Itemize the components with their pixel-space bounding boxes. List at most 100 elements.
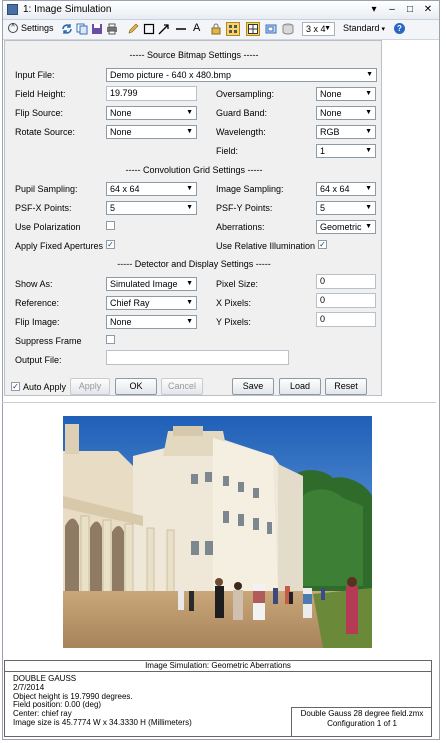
- flip-image-label: Flip Image:: [15, 317, 60, 327]
- psf-y-value: 5: [320, 203, 326, 213]
- grid-view-icon[interactable]: [226, 22, 240, 36]
- suppress-frame-checkbox[interactable]: [106, 335, 115, 344]
- y-pixels-input[interactable]: 0: [316, 312, 376, 327]
- wavelength-label: Wavelength:: [216, 127, 266, 137]
- chevron-down-icon: ▼: [186, 280, 193, 287]
- rectangle-icon[interactable]: [143, 23, 155, 35]
- pupil-sampling-label: Pupil Sampling:: [15, 184, 78, 194]
- cancel-button[interactable]: Cancel: [161, 378, 203, 395]
- layout-select-value: 3 x 4: [306, 24, 326, 34]
- refresh-icon[interactable]: [61, 23, 73, 35]
- apply-fixed-apertures-label: Apply Fixed Apertures: [15, 241, 104, 251]
- toolbar: ^ Settings A 3 x 4 ▼ Standard ▾ ?: [3, 20, 439, 40]
- image-sampling-label: Image Sampling:: [216, 184, 284, 194]
- close-icon[interactable]: ✕: [423, 3, 433, 16]
- info-box: DOUBLE GAUSS 2/7/2014 Object height is 1…: [4, 671, 432, 737]
- rotate-source-value: None: [110, 127, 132, 137]
- x-pixels-label: X Pixels:: [216, 298, 252, 308]
- layout-select[interactable]: 3 x 4 ▼: [302, 22, 335, 36]
- chevron-down-icon: ▾: [379, 26, 385, 33]
- arrow-icon[interactable]: [158, 23, 170, 35]
- reset-button[interactable]: Reset: [325, 378, 367, 395]
- pixel-size-input[interactable]: 0: [316, 274, 376, 289]
- x-pixels-input[interactable]: 0: [316, 293, 376, 308]
- pupil-sampling-value: 64 x 64: [110, 184, 140, 194]
- collapse-settings-icon[interactable]: ^: [8, 23, 18, 33]
- apply-fixed-apertures-checkbox[interactable]: ✓: [106, 240, 115, 249]
- guard-band-value: None: [320, 108, 342, 118]
- flip-source-select[interactable]: None ▼: [106, 106, 197, 120]
- suppress-frame-label: Suppress Frame: [15, 336, 82, 346]
- info-details: DOUBLE GAUSS 2/7/2014 Object height is 1…: [13, 674, 192, 728]
- psf-y-label: PSF-Y Points:: [216, 203, 273, 213]
- show-as-select[interactable]: Simulated Image ▼: [106, 277, 197, 291]
- show-as-label: Show As:: [15, 279, 53, 289]
- psf-x-select[interactable]: 5 ▼: [106, 201, 197, 215]
- reference-select[interactable]: Chief Ray ▼: [106, 296, 197, 310]
- input-file-select[interactable]: Demo picture - 640 x 480.bmp ▼: [106, 68, 377, 82]
- use-relative-illumination-checkbox[interactable]: ✓: [318, 240, 327, 249]
- flip-image-select[interactable]: None ▼: [106, 315, 197, 329]
- field-select[interactable]: 1 ▼: [316, 144, 376, 158]
- psf-y-select[interactable]: 5 ▼: [316, 201, 376, 215]
- view-select-value: Standard: [343, 23, 380, 33]
- maximize-icon[interactable]: □: [405, 3, 415, 16]
- flip-source-value: None: [110, 108, 132, 118]
- database-icon[interactable]: [282, 23, 294, 35]
- chevron-down-icon: ▼: [365, 128, 372, 135]
- apply-button[interactable]: Apply: [70, 378, 110, 395]
- load-button[interactable]: Load: [279, 378, 321, 395]
- oversampling-select[interactable]: None ▼: [316, 87, 376, 101]
- chevron-down-icon: ▼: [365, 90, 372, 97]
- aberrations-label: Aberrations:: [216, 222, 265, 232]
- chevron-down-icon: ▼: [186, 204, 193, 211]
- settings-button[interactable]: Settings: [21, 23, 54, 37]
- image-sampling-select[interactable]: 64 x 64 ▼: [316, 182, 376, 196]
- reference-label: Reference:: [15, 298, 60, 308]
- view-select[interactable]: Standard ▾: [343, 23, 387, 37]
- info-file-block: Double Gauss 28 degree field.zmx Configu…: [293, 709, 431, 729]
- output-file-input[interactable]: [106, 350, 289, 365]
- layout-icon[interactable]: [246, 22, 260, 36]
- chevron-down-icon: ▼: [186, 109, 193, 116]
- chevron-down-icon: ▼: [366, 71, 373, 78]
- use-polarization-checkbox[interactable]: [106, 221, 115, 230]
- aberrations-select[interactable]: Geometric ▼: [316, 220, 376, 234]
- dropdown-icon[interactable]: ▾: [369, 3, 379, 16]
- field-height-input[interactable]: 19.799: [106, 86, 197, 101]
- input-file-label: Input File:: [15, 70, 55, 80]
- y-pixels-label: Y Pixels:: [216, 317, 251, 327]
- save-button[interactable]: Save: [232, 378, 274, 395]
- minimize-icon[interactable]: –: [387, 3, 397, 16]
- flip-source-label: Flip Source:: [15, 108, 64, 118]
- auto-apply-checkbox[interactable]: ✓: [11, 382, 20, 391]
- window-title: 1: Image Simulation: [23, 4, 112, 15]
- print-icon[interactable]: [106, 23, 118, 35]
- window-icon[interactable]: [265, 23, 277, 35]
- save-icon[interactable]: [91, 23, 103, 35]
- pupil-sampling-select[interactable]: 64 x 64 ▼: [106, 182, 197, 196]
- oversampling-value: None: [320, 89, 342, 99]
- guard-band-select[interactable]: None ▼: [316, 106, 376, 120]
- reference-value: Chief Ray: [110, 298, 150, 308]
- input-file-value: Demo picture - 640 x 480.bmp: [110, 70, 232, 80]
- wavelength-value: RGB: [320, 127, 340, 137]
- pixel-size-label: Pixel Size:: [216, 279, 259, 289]
- app-icon: [7, 4, 18, 15]
- output-file-label: Output File:: [15, 355, 62, 365]
- ok-button[interactable]: OK: [115, 378, 157, 395]
- chevron-down-icon: ▼: [186, 185, 193, 192]
- wavelength-select[interactable]: RGB ▼: [316, 125, 376, 139]
- rotate-source-select[interactable]: None ▼: [106, 125, 197, 139]
- psf-x-label: PSF-X Points:: [15, 203, 72, 213]
- pencil-icon[interactable]: [127, 23, 139, 35]
- help-icon[interactable]: ?: [394, 23, 405, 34]
- info-line-6: Image size is 45.7774 W x 34.3330 H (Mil…: [13, 717, 192, 727]
- lock-icon[interactable]: [210, 23, 222, 35]
- chevron-down-icon: ▼: [365, 223, 372, 230]
- show-as-value: Simulated Image: [110, 279, 178, 289]
- rotate-source-label: Rotate Source:: [15, 127, 76, 137]
- line-icon[interactable]: [175, 23, 187, 35]
- copy-icon[interactable]: [76, 23, 88, 35]
- text-icon[interactable]: A: [193, 22, 205, 34]
